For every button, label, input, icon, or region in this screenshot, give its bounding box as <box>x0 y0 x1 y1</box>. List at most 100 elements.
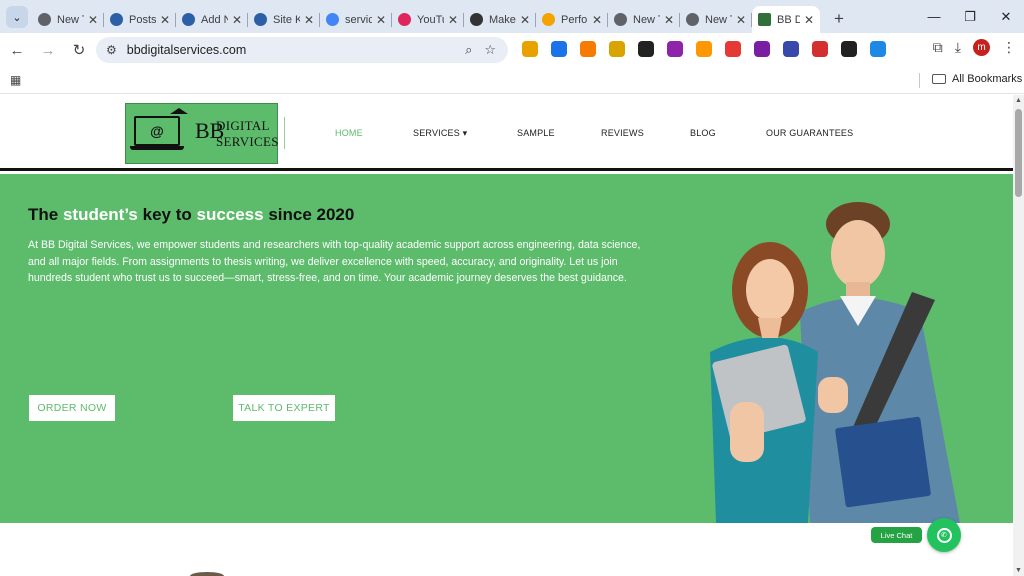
close-icon[interactable]: ✕ <box>304 13 314 27</box>
reload-button[interactable]: ↻ <box>65 36 93 64</box>
close-icon[interactable]: ✕ <box>448 13 458 27</box>
tab-9[interactable]: New Tab ✕ <box>680 6 752 33</box>
boy-hand <box>818 377 848 413</box>
ext-5-icon[interactable] <box>638 41 654 57</box>
ext-10-icon[interactable] <box>783 41 799 57</box>
close-window-icon[interactable]: ✕ <box>988 0 1024 33</box>
bookmarks-divider <box>919 73 920 88</box>
download-icon[interactable]: ⤓ <box>955 39 961 56</box>
close-icon[interactable]: ✕ <box>88 13 98 27</box>
nav-item-4[interactable]: BLOG <box>690 128 716 138</box>
tab-strip: ⌄ New Tab✕Posts✕Add New✕Site Kit✕service… <box>0 0 1024 33</box>
tab-6[interactable]: Make ✕ <box>464 6 536 33</box>
ext-13-icon[interactable] <box>870 41 886 57</box>
zoom-icon[interactable]: ⌕ <box>465 42 472 58</box>
whatsapp-chat-button[interactable]: ✆ <box>927 518 961 552</box>
close-icon[interactable]: ✕ <box>376 13 386 27</box>
apps-grid-icon[interactable]: ▦ <box>10 73 21 87</box>
address-bar[interactable]: ⚙ bbdigitalservices.com ⌕ ☆ <box>96 37 508 63</box>
tab-0[interactable]: New Tab ✕ <box>32 6 104 33</box>
scroll-down-icon[interactable]: ▼ <box>1015 567 1022 574</box>
next-section <box>0 523 1013 576</box>
all-bookmarks-label: All Bookmarks <box>952 73 1023 85</box>
back-button[interactable]: ← <box>3 36 31 64</box>
nav-item-1[interactable]: SERVICES ▾ <box>413 128 467 139</box>
grad-cap-icon <box>170 108 188 114</box>
ext-7-icon[interactable] <box>696 41 712 57</box>
tab-title: Add New <box>201 13 228 26</box>
tab-5[interactable]: YouTube ✕ <box>392 6 464 33</box>
laptop-icon: @ <box>134 116 180 146</box>
wp-logo-icon <box>110 13 123 26</box>
new-tab-button[interactable]: + <box>828 8 850 30</box>
nav-item-2[interactable]: SAMPLE <box>517 128 555 138</box>
minimize-icon[interactable]: — <box>916 0 952 33</box>
url-text[interactable]: bbdigitalservices.com <box>127 43 465 57</box>
close-icon[interactable]: ✕ <box>592 13 602 27</box>
all-bookmarks-button[interactable]: All Bookmarks <box>932 73 1022 85</box>
tab-8[interactable]: New Tab ✕ <box>608 6 680 33</box>
tab-3[interactable]: Site Kit ✕ <box>248 6 320 33</box>
tab-search-icon[interactable]: ⌄ <box>6 6 28 28</box>
order-now-button[interactable]: ORDER NOW <box>29 395 115 421</box>
nav-item-0[interactable]: HOME <box>335 128 363 138</box>
scroll-up-icon[interactable]: ▲ <box>1015 97 1022 104</box>
tab-active[interactable]: BB Digital Services ✕ <box>752 6 820 33</box>
openai-icon <box>470 13 483 26</box>
page-scrollbar[interactable]: ▲ ▼ <box>1013 95 1024 576</box>
close-icon[interactable]: ✕ <box>664 13 674 27</box>
avatar[interactable]: m <box>973 39 990 56</box>
logo-line-1: DIGITAL <box>216 118 270 133</box>
site-header: @ BB DIGITAL SERVICES HOME SERVICES ▾ SAMP… <box>0 95 1013 171</box>
students-illustration <box>710 202 960 523</box>
ext-3-icon[interactable] <box>580 41 596 57</box>
talk-to-expert-button[interactable]: TALK TO EXPERT <box>233 395 335 421</box>
youtube-icon <box>398 13 411 26</box>
next-section-image-peek <box>190 572 224 576</box>
tab-title: Site Kit <box>273 13 300 26</box>
laptop-base <box>130 146 184 150</box>
tab-2[interactable]: Add New ✕ <box>176 6 248 33</box>
wp-logo-icon <box>182 13 195 26</box>
ext-8-icon[interactable] <box>725 41 741 57</box>
tab-7[interactable]: Performance ✕ <box>536 6 608 33</box>
ext-1-icon[interactable] <box>522 41 538 57</box>
ext-2-icon[interactable] <box>551 41 567 57</box>
tab-title: Posts <box>129 13 156 26</box>
site-info-icon[interactable]: ⚙ <box>106 43 117 57</box>
nav-item-3[interactable]: REVIEWS <box>601 128 644 138</box>
blue-folder <box>835 416 931 508</box>
girl-neck <box>758 318 782 338</box>
site-logo[interactable]: @ BB DIGITAL SERVICES <box>125 103 278 164</box>
nav-item-5[interactable]: OUR GUARANTEES <box>766 128 853 138</box>
puzzle-icon[interactable]: ⧉ <box>933 39 943 56</box>
wp-logo-icon <box>254 13 267 26</box>
live-chat-label[interactable]: Live Chat <box>871 527 922 543</box>
bookmark-star-icon[interactable]: ☆ <box>484 42 496 58</box>
boy-face <box>831 220 885 288</box>
toolbar-right: ⧉ ⤓ m ⋮ <box>921 39 1016 56</box>
ext-4-icon[interactable] <box>609 41 625 57</box>
tab-title: services <box>345 13 372 26</box>
logo-at: @ <box>150 123 164 139</box>
forward-button[interactable]: → <box>34 36 62 64</box>
girl-face <box>746 259 794 321</box>
restore-icon[interactable]: ❐ <box>952 0 988 33</box>
close-icon[interactable]: ✕ <box>520 13 530 27</box>
menu-dots-icon[interactable]: ⋮ <box>1002 39 1016 56</box>
girl-arm <box>730 402 764 462</box>
ext-11-icon[interactable] <box>812 41 828 57</box>
browser-toolbar: ← → ↻ ⚙ bbdigitalservices.com ⌕ ☆ ⧉ ⤓ m … <box>0 33 1024 67</box>
site-favicon-icon <box>758 13 771 26</box>
tab-4[interactable]: services ✕ <box>320 6 392 33</box>
logo-line-2: SERVICES <box>216 134 279 149</box>
scroll-thumb[interactable] <box>1015 109 1022 197</box>
close-icon[interactable]: ✕ <box>160 13 170 27</box>
ext-6-icon[interactable] <box>667 41 683 57</box>
tab-1[interactable]: Posts ✕ <box>104 6 176 33</box>
close-icon[interactable]: ✕ <box>736 13 746 27</box>
close-icon[interactable]: ✕ <box>804 13 814 27</box>
close-icon[interactable]: ✕ <box>232 13 242 27</box>
ext-12-icon[interactable] <box>841 41 857 57</box>
ext-9-icon[interactable] <box>754 41 770 57</box>
